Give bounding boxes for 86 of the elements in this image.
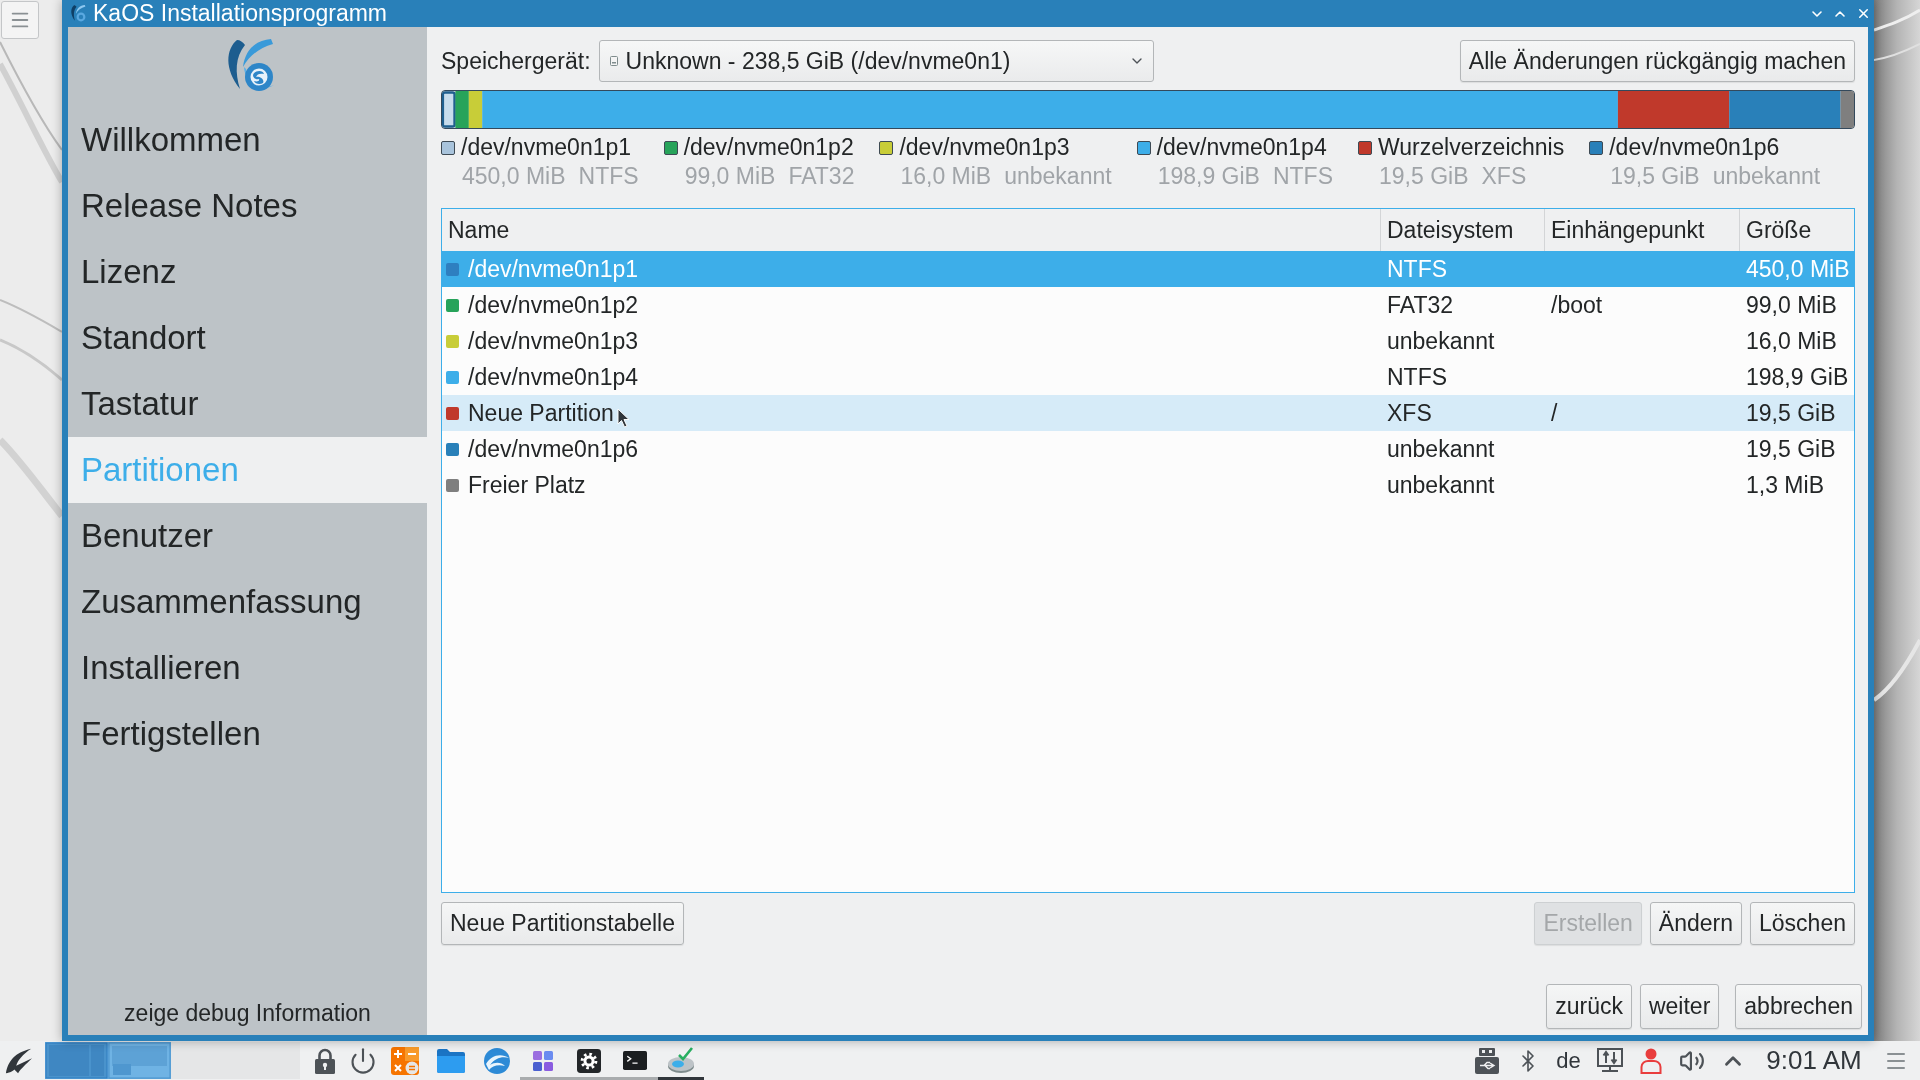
partition-name: /dev/nvme0n1p3 [468, 327, 639, 355]
table-row[interactable]: /dev/nvme0n1p4 NTFS 198,9 GiB [442, 359, 1854, 395]
table-cell-text: 198,9 GiB [1745, 362, 1850, 392]
sidebar-item[interactable]: Installieren [68, 635, 427, 701]
table-cell-text: unbekannt [1386, 326, 1496, 356]
table-cell-text: 16,0 MiB [1745, 326, 1838, 356]
legend-name: /dev/nvme0n1p1 [461, 133, 632, 162]
legend-filesystem: XFS [1481, 163, 1527, 190]
table-cell-text: / [1550, 398, 1559, 428]
legend-size: 19,5 GiB [1610, 163, 1700, 190]
device-label: Speichergerät: [441, 47, 591, 75]
table-cell-text: unbekannt [1386, 470, 1496, 500]
legend-filesystem: unbekannt [1712, 163, 1821, 190]
table-cell-text: 450,0 MiB [1745, 254, 1851, 284]
power-icon [349, 1046, 377, 1075]
sidebar-item[interactable]: Tastatur [68, 371, 427, 437]
legend-filesystem: FAT32 [788, 163, 855, 190]
sidebar-item[interactable]: Release Notes [68, 173, 427, 239]
legend-size: 99,0 MiB [684, 163, 776, 190]
table-cell-text: 19,5 GiB [1745, 398, 1837, 428]
table-row[interactable]: Freier Platz unbekannt 1,3 MiB [442, 467, 1854, 503]
terminal-icon [623, 1051, 647, 1070]
legend-name: Wurzelverzeichnis [1378, 133, 1565, 162]
cancel-button[interactable]: abbrechen [1735, 984, 1862, 1029]
partition-bar[interactable] [441, 90, 1855, 129]
navigation-button[interactable]: weiter [1639, 984, 1720, 1029]
drive-check-icon [666, 1046, 696, 1075]
mouse-cursor-icon [616, 408, 631, 428]
folder-icon [437, 1048, 465, 1073]
legend-name: /dev/nvme0n1p4 [1156, 133, 1327, 162]
usb-icon [1474, 1047, 1499, 1074]
sidebar-item[interactable]: Fertigstellen [68, 701, 427, 767]
partition-name: /dev/nvme0n1p6 [468, 435, 639, 463]
globe-icon [483, 1046, 511, 1075]
revert-button[interactable]: Alle Änderungen rückgängig machen [1459, 40, 1855, 82]
storage-device-dropdown[interactable]: Unknown - 238,5 GiB (/dev/nvme0n1) [598, 40, 1154, 82]
sidebar-item[interactable]: Willkommen [68, 107, 427, 173]
navigation-button[interactable]: zurück [1546, 984, 1632, 1029]
legend-name: /dev/nvme0n1p2 [683, 133, 854, 162]
legend-name: /dev/nvme0n1p6 [1609, 133, 1780, 162]
calculator-icon [391, 1046, 419, 1075]
sidebar-item[interactable]: Lizenz [68, 239, 427, 305]
partition-action-button[interactable]: Ändern [1649, 902, 1743, 945]
settings-icon [577, 1048, 601, 1073]
table-cell-text: /boot [1550, 290, 1604, 320]
new-partition-table-button[interactable]: Neue Partitionstabelle [441, 902, 685, 945]
clock[interactable]: 9:01 AM [1763, 1041, 1865, 1080]
window-title: KaOS Installationsprogramm [93, 0, 387, 27]
legend-filesystem: NTFS [1272, 163, 1333, 190]
debug-info-button[interactable]: zeige debug Information [120, 998, 375, 1028]
partition-name: /dev/nvme0n1p2 [468, 291, 639, 319]
legend-size: 198,9 GiB [1157, 163, 1260, 190]
partition-name: /dev/nvme0n1p1 [468, 255, 639, 283]
network-icon [1596, 1047, 1623, 1074]
desktop-menu-button[interactable] [1, 1, 39, 39]
legend-size: 450,0 MiB [462, 163, 566, 190]
table-cell-text: NTFS [1386, 254, 1449, 284]
table-cell-text: NTFS [1386, 362, 1449, 392]
partition-name: /dev/nvme0n1p4 [468, 363, 639, 391]
legend-filesystem: unbekannt [1004, 163, 1112, 190]
table-cell-text: XFS [1386, 398, 1433, 428]
table-cell-text: 19,5 GiB [1745, 434, 1837, 464]
table-cell-text: FAT32 [1386, 290, 1455, 320]
drive-icon [609, 56, 618, 66]
table-cell-text: unbekannt [1386, 434, 1496, 464]
table-row[interactable]: /dev/nvme0n1p6 unbekannt 19,5 GiB [442, 431, 1854, 467]
table-row[interactable]: /dev/nvme0n1p3 unbekannt 16,0 MiB [442, 323, 1854, 359]
sidebar-item[interactable]: Standort [68, 305, 427, 371]
user-icon [1639, 1047, 1662, 1074]
table-cell-text: 1,3 MiB [1745, 470, 1825, 500]
partition-action-button[interactable]: Löschen [1750, 902, 1855, 945]
app-grid-icon [533, 1050, 553, 1071]
legend-size: 19,5 GiB [1379, 163, 1469, 190]
partition-name: Freier Platz [468, 471, 586, 499]
keyboard-layout[interactable]: de [1548, 1041, 1589, 1080]
table-row[interactable]: Neue Partition XFS / 19,5 GiB [442, 395, 1854, 431]
table-row[interactable]: /dev/nvme0n1p2 FAT32 /boot 99,0 MiB [442, 287, 1854, 323]
sidebar-item[interactable]: Zusammenfassung [68, 569, 427, 635]
legend-filesystem: NTFS [578, 163, 639, 190]
legend-size: 16,0 MiB [900, 163, 992, 190]
lock-icon [315, 1047, 335, 1074]
column-header[interactable]: Größe [1740, 209, 1854, 251]
table-cell-text: 99,0 MiB [1745, 290, 1838, 320]
sidebar-item[interactable]: Benutzer [68, 503, 427, 569]
legend-name: /dev/nvme0n1p3 [899, 133, 1070, 162]
partition-name: Neue Partition [468, 399, 614, 427]
